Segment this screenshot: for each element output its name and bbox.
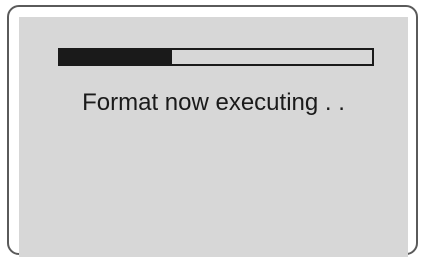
format-progress-bar — [58, 48, 374, 66]
format-status-message: Format now executing . . — [82, 89, 345, 116]
progress-bar-fill — [60, 50, 173, 64]
